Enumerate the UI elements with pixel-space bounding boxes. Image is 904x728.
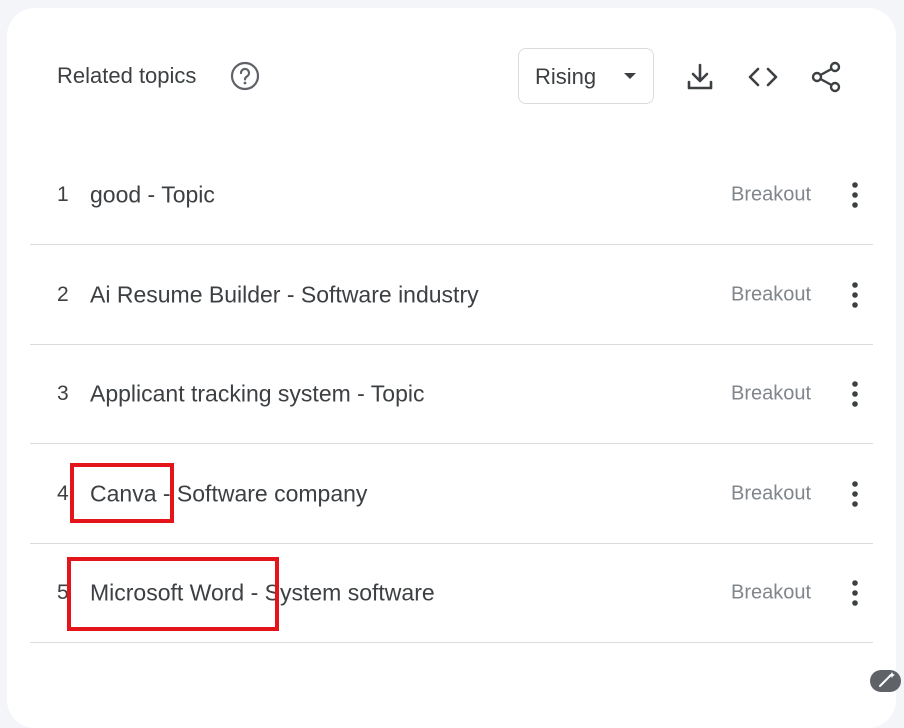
sort-dropdown[interactable]: Rising: [518, 48, 654, 104]
highlight-box-canva: [70, 463, 174, 523]
list-item[interactable]: 2 Ai Resume Builder - Software industry …: [30, 245, 873, 345]
topic-value: Breakout: [731, 382, 812, 404]
topic-value: Breakout: [731, 183, 812, 205]
rank-number: 3: [57, 381, 69, 405]
share-icon[interactable]: [809, 60, 843, 94]
topic-link[interactable]: Ai Resume Builder - Software industry: [90, 281, 479, 308]
topic-value: Breakout: [731, 581, 812, 603]
rank-number: 1: [57, 182, 69, 206]
rank-number: 2: [57, 282, 69, 306]
more-vert-icon[interactable]: [847, 578, 863, 608]
rank-number: 4: [57, 481, 69, 505]
magic-wand-icon: [879, 672, 895, 687]
topic-link[interactable]: Applicant tracking system - Topic: [90, 380, 425, 407]
code-embed-icon[interactable]: [746, 60, 780, 94]
more-vert-icon[interactable]: [847, 280, 863, 310]
help-circle-icon[interactable]: [230, 61, 260, 91]
more-vert-icon[interactable]: [847, 379, 863, 409]
list-item[interactable]: 3 Applicant tracking system - Topic Brea…: [30, 344, 873, 444]
sort-dropdown-value: Rising: [535, 64, 597, 89]
topic-value: Breakout: [731, 482, 812, 504]
more-vert-icon[interactable]: [847, 180, 863, 210]
caret-down-icon: [624, 73, 636, 79]
download-icon[interactable]: [683, 60, 717, 94]
more-vert-icon[interactable]: [847, 479, 863, 509]
highlight-box-microsoft-word: [67, 557, 279, 631]
topic-value: Breakout: [731, 283, 812, 305]
card-title: Related topics: [57, 63, 197, 88]
card-header: Related topics Rising: [7, 8, 896, 158]
magic-wand-button[interactable]: [870, 670, 901, 692]
topic-link[interactable]: good - Topic: [90, 181, 215, 208]
list-item[interactable]: 1 good - Topic Breakout: [30, 145, 873, 245]
